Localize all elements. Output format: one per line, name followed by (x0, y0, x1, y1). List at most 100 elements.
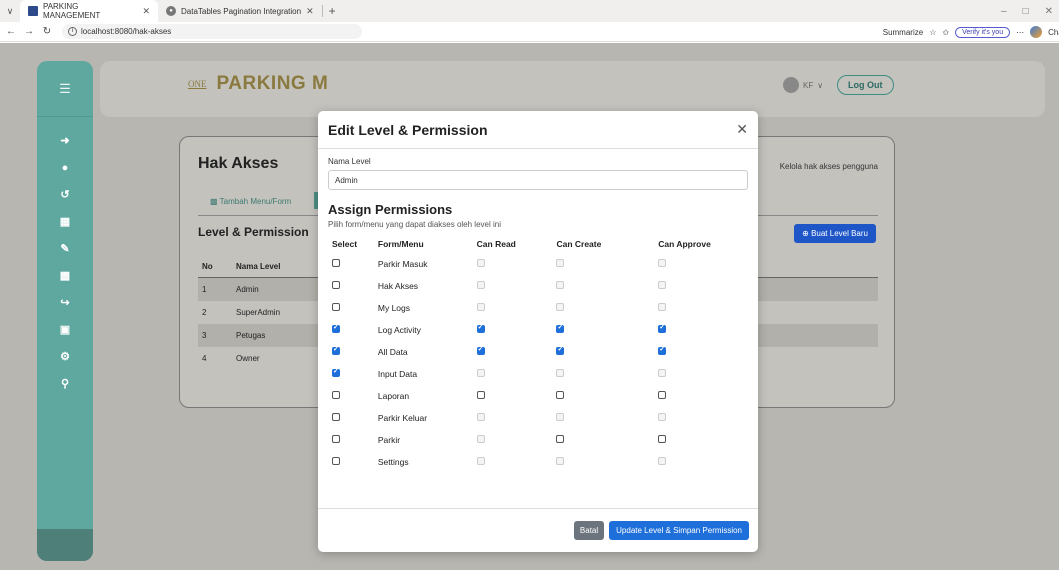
update-button[interactable]: Update Level & Simpan Permission (609, 521, 749, 540)
can-create-checkbox (556, 413, 565, 421)
permission-table-header: Select Form/Menu Can Read Can Create Can… (332, 239, 711, 249)
copilot-icon[interactable] (1030, 26, 1043, 38)
table-icon[interactable]: ▦ (37, 208, 93, 235)
permission-rows: Parkir Masuk Hak Akses My Logs Log Activity… (328, 253, 748, 473)
tab-list-chevron-icon[interactable]: ∨ (0, 6, 20, 17)
summarize-button[interactable]: Summarize (883, 28, 923, 37)
level-name-label: Nama Level (328, 157, 371, 166)
form-menu-name: Parkir Masuk (377, 259, 428, 269)
users-icon[interactable]: ● (37, 154, 93, 181)
form-menu-name: Input Data (377, 369, 418, 379)
close-icon[interactable]: ✕ (736, 121, 748, 138)
can-approve-checkbox (658, 369, 667, 377)
restore-icon[interactable]: □ (1023, 6, 1029, 17)
window-controls: – □ ✕ (1001, 0, 1053, 22)
forward-icon[interactable]: → (22, 26, 36, 37)
can-create-checkbox[interactable] (556, 391, 565, 399)
logout-arrow-icon[interactable]: ↪ (37, 289, 93, 316)
history-icon[interactable]: ↺ (37, 181, 93, 208)
page-subtitle: Kelola hak akses pengguna (779, 162, 878, 171)
permission-row: Settings (328, 451, 748, 473)
level-name-input[interactable]: Admin (328, 170, 748, 190)
can-read-checkbox[interactable] (476, 391, 485, 399)
can-create-checkbox (556, 259, 565, 267)
permission-row: Parkir Masuk (328, 253, 748, 275)
can-read-checkbox[interactable] (476, 323, 485, 333)
modal-footer: Batal Update Level & Simpan Permission (318, 508, 758, 552)
card-icon[interactable]: ▣ (37, 316, 93, 343)
can-approve-checkbox (658, 259, 667, 267)
select-checkbox[interactable] (332, 303, 340, 311)
reload-icon[interactable]: ↻ (40, 26, 54, 37)
minimize-icon[interactable]: – (1001, 6, 1007, 17)
select-checkbox[interactable] (332, 435, 340, 443)
select-checkbox[interactable] (332, 281, 340, 289)
select-checkbox[interactable] (332, 323, 340, 333)
verify-button[interactable]: Verify it's you (955, 26, 1011, 38)
modal-body: Nama Level Admin Assign Permissions Pili… (318, 149, 758, 481)
url-field[interactable]: i localhost:8080/hak-akses (62, 24, 362, 39)
browser-tab[interactable]: ● DataTables Pagination Integration ✕ (158, 0, 322, 22)
form-menu-name: All Data (377, 347, 408, 357)
can-read-checkbox (476, 369, 485, 377)
can-create-checkbox[interactable] (556, 345, 565, 355)
new-level-button[interactable]: ⊕ Buat Level Baru (794, 224, 876, 243)
page-backdrop: ☰ ➜ ● ↺ ▦ ✎ ▩ ↪ ▣ ⚙ ⚲ ONE PARKING M KF ∨… (0, 43, 1059, 570)
user-menu[interactable]: KF ∨ (783, 77, 823, 93)
can-approve-checkbox[interactable] (658, 391, 667, 399)
site-info-icon[interactable]: i (68, 27, 77, 36)
tab-tambah-menu[interactable]: ▩ Tambah Menu/Form (210, 197, 291, 206)
favorite-star-icon[interactable]: ☆ (929, 28, 936, 37)
can-read-checkbox (476, 435, 485, 443)
assign-desc: Pilih form/menu yang dapat diakses oleh … (328, 220, 501, 229)
key-icon[interactable]: ⚲ (37, 370, 93, 397)
cancel-button[interactable]: Batal (573, 521, 605, 540)
can-create-checkbox[interactable] (556, 323, 565, 333)
tab-title: DataTables Pagination Integration (181, 6, 302, 16)
form-menu-name: Settings (377, 457, 409, 467)
new-tab-icon[interactable]: + (321, 5, 342, 17)
form-menu-name: Hak Akses (377, 281, 419, 291)
report-icon[interactable]: ▩ (37, 262, 93, 289)
gear-icon[interactable]: ⚙ (37, 343, 93, 370)
can-create-checkbox[interactable] (556, 435, 565, 443)
select-checkbox[interactable] (332, 413, 340, 421)
close-tab-icon[interactable]: ✕ (306, 6, 314, 17)
can-approve-checkbox[interactable] (658, 345, 667, 355)
favorites-icon[interactable]: ✩ (942, 28, 949, 37)
browser-tab-active[interactable]: PARKING MANAGEMENT ✕ (20, 0, 158, 22)
select-checkbox[interactable] (332, 345, 340, 355)
select-checkbox[interactable] (332, 391, 340, 399)
can-create-checkbox (556, 369, 565, 377)
page-title: Hak Akses (198, 155, 279, 172)
permission-row: Laporan (328, 385, 748, 407)
can-approve-checkbox[interactable] (658, 323, 667, 333)
close-window-icon[interactable]: ✕ (1045, 6, 1053, 17)
select-checkbox[interactable] (332, 457, 340, 465)
select-checkbox[interactable] (332, 259, 340, 267)
brand: ONE PARKING M (188, 73, 328, 95)
form-menu-name: Log Activity (377, 325, 421, 335)
can-approve-checkbox[interactable] (658, 435, 667, 443)
form-menu-name: Parkir Keluar (377, 413, 428, 423)
pen-icon[interactable]: ✎ (37, 235, 93, 262)
can-approve-checkbox (658, 457, 667, 465)
chat-label[interactable]: Chat (1048, 28, 1059, 37)
more-icon[interactable]: ⋯ (1016, 28, 1024, 37)
permission-row: My Logs (328, 297, 748, 319)
form-menu-name: Parkir (377, 435, 401, 445)
logout-button[interactable]: Log Out (837, 75, 894, 95)
permission-row: Parkir (328, 429, 748, 451)
select-checkbox[interactable] (332, 367, 340, 377)
can-create-checkbox (556, 457, 565, 465)
browser-toolbar-right: Summarize ☆ ✩ Verify it's you ⋯ Chat (883, 22, 1059, 42)
login-icon[interactable]: ➜ (37, 127, 93, 154)
close-tab-icon[interactable]: ✕ (142, 6, 150, 17)
section-title: Level & Permission (198, 225, 309, 239)
can-read-checkbox[interactable] (476, 345, 485, 355)
top-navbar: ONE PARKING M KF ∨ Log Out (100, 61, 1045, 117)
can-read-checkbox (476, 259, 485, 267)
menu-icon[interactable]: ☰ (37, 61, 93, 117)
back-icon[interactable]: ← (4, 26, 18, 37)
permission-row: Log Activity (328, 319, 748, 341)
